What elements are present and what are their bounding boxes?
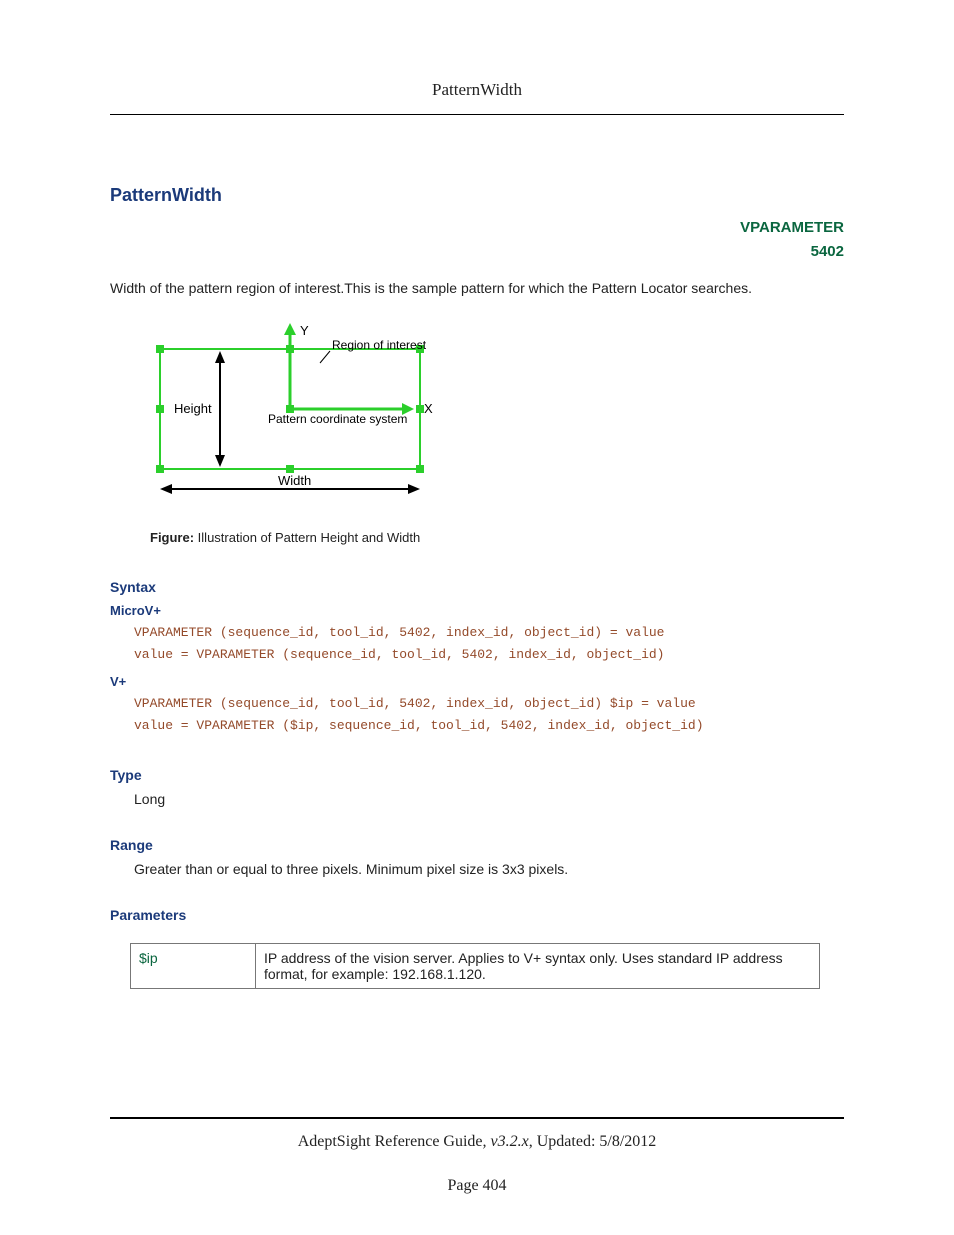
- type-value: Long: [134, 791, 844, 807]
- range-heading: Range: [110, 837, 844, 853]
- vparameter-number: 5402: [811, 243, 844, 260]
- vplus-heading: V+: [110, 674, 844, 689]
- coord-label: Pattern coordinate system: [268, 412, 407, 426]
- type-heading: Type: [110, 767, 844, 783]
- vparameter-label: VPARAMETER: [740, 219, 844, 236]
- figure-caption: Figure: Illustration of Pattern Height a…: [150, 530, 844, 545]
- figure-caption-prefix: Figure:: [150, 530, 194, 545]
- footer-updated: 5/8/2012: [599, 1133, 656, 1150]
- header-divider: [110, 114, 844, 115]
- y-axis-label: Y: [300, 323, 309, 338]
- table-row: $ip IP address of the vision server. App…: [131, 944, 820, 989]
- page-num: 404: [483, 1177, 507, 1194]
- footer-updated-prefix: , Updated:: [529, 1133, 600, 1150]
- footer-version: , v3.2.x: [483, 1133, 529, 1150]
- pattern-diagram-svg: Y X Region of interest Pattern coordinat…: [140, 319, 440, 499]
- page-prefix: Page: [447, 1177, 482, 1194]
- pattern-figure: Y X Region of interest Pattern coordinat…: [140, 319, 844, 502]
- parameters-table: $ip IP address of the vision server. App…: [130, 943, 820, 989]
- vparameter-block: VPARAMETER 5402: [110, 216, 844, 264]
- footer-guide: AdeptSight Reference Guide: [298, 1133, 483, 1150]
- width-label: Width: [278, 473, 311, 488]
- section-description: Width of the pattern region of interest.…: [110, 278, 844, 299]
- roi-label: Region of interest: [332, 338, 427, 352]
- microv-heading: MicroV+: [110, 603, 844, 618]
- parameters-heading: Parameters: [110, 907, 844, 923]
- height-label: Height: [174, 401, 212, 416]
- section-title: PatternWidth: [110, 185, 844, 206]
- page-number: Page 404: [110, 1177, 844, 1195]
- param-name-cell: $ip: [131, 944, 256, 989]
- figure-caption-text: Illustration of Pattern Height and Width: [194, 530, 420, 545]
- range-value: Greater than or equal to three pixels. M…: [134, 861, 844, 877]
- syntax-heading: Syntax: [110, 579, 844, 595]
- x-axis-label: X: [424, 401, 433, 416]
- footer-line: AdeptSight Reference Guide, v3.2.x, Upda…: [110, 1133, 844, 1151]
- param-desc-cell: IP address of the vision server. Applies…: [256, 944, 820, 989]
- vplus-code: VPARAMETER (sequence_id, tool_id, 5402, …: [134, 693, 844, 737]
- page-header-title: PatternWidth: [110, 80, 844, 100]
- microv-code: VPARAMETER (sequence_id, tool_id, 5402, …: [134, 622, 844, 666]
- footer-divider: [110, 1117, 844, 1119]
